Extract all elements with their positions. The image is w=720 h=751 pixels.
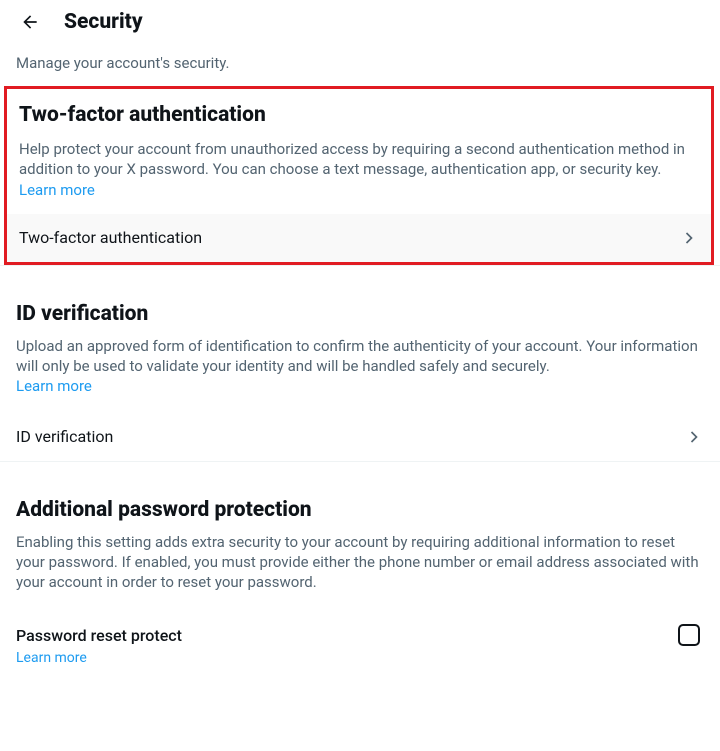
password-reset-protect-row: Password reset protect	[0, 610, 720, 650]
additional-password-title: Additional password protection	[16, 492, 704, 522]
two-factor-nav-row[interactable]: Two-factor authentication	[7, 214, 711, 262]
page-title: Security	[64, 10, 143, 34]
two-factor-description: Help protect your account from unauthori…	[19, 139, 699, 200]
page-subtitle: Manage your account's security.	[0, 40, 720, 82]
id-verification-section: ID verification Upload an approved form …	[0, 284, 720, 397]
back-arrow-icon[interactable]	[20, 12, 40, 32]
two-factor-title: Two-factor authentication	[19, 97, 699, 127]
password-reset-protect-label: Password reset protect	[16, 626, 182, 645]
highlighted-section: Two-factor authentication Help protect y…	[4, 86, 714, 265]
id-verification-description: Upload an approved form of identificatio…	[16, 336, 704, 397]
id-verification-title: ID verification	[16, 296, 704, 326]
password-reset-protect-checkbox[interactable]	[678, 624, 700, 646]
id-verification-nav-row[interactable]: ID verification	[0, 413, 720, 461]
additional-password-description: Enabling this setting adds extra securit…	[16, 532, 704, 593]
additional-password-learn-more-link[interactable]: Learn more	[0, 650, 720, 676]
two-factor-nav-label: Two-factor authentication	[19, 228, 202, 247]
page-header: Security	[0, 0, 720, 40]
additional-password-section: Additional password protection Enabling …	[0, 480, 720, 593]
id-verification-nav-label: ID verification	[16, 427, 113, 446]
chevron-right-icon	[679, 228, 699, 248]
two-factor-desc-text: Help protect your account from unauthori…	[19, 140, 685, 178]
id-verification-desc-text: Upload an approved form of identificatio…	[16, 337, 698, 375]
two-factor-section: Two-factor authentication Help protect y…	[7, 89, 711, 200]
chevron-right-icon	[684, 427, 704, 447]
id-verification-learn-more-link[interactable]: Learn more	[16, 377, 92, 395]
two-factor-learn-more-link[interactable]: Learn more	[19, 181, 95, 199]
